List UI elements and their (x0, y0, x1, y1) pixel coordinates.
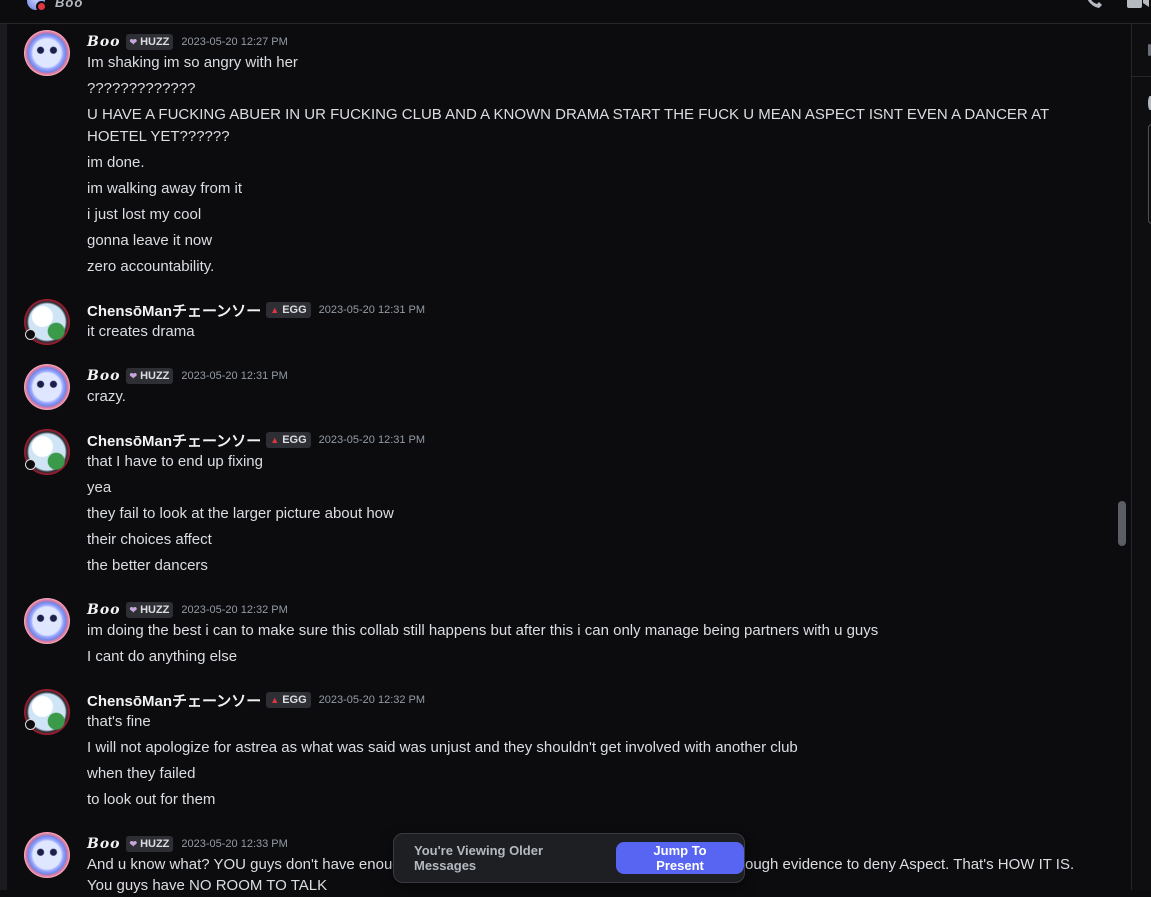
heart-icon: ❤ (129, 838, 138, 849)
member-panel-edge (1131, 24, 1151, 890)
message-text: i just lost my cool (87, 206, 202, 223)
phone-call-icon[interactable] (1086, 0, 1102, 8)
avatar[interactable] (24, 832, 70, 878)
jump-to-present-button[interactable]: Jump To Present (616, 842, 744, 874)
avatar[interactable] (24, 689, 70, 735)
tag-label: HUZZ (140, 370, 170, 382)
message-header: Boo ❤ HUZZ 2023-05-20 12:31 PM (87, 366, 288, 386)
avatar[interactable] (24, 299, 70, 345)
tag-label: EGG (282, 304, 307, 316)
message-header: ChensōManチェーンソー ▲ EGG 2023-05-20 12:31 PM (87, 430, 425, 450)
avatar[interactable] (24, 598, 70, 644)
message-text: im walking away from it (87, 180, 243, 197)
tag-label: EGG (282, 434, 307, 446)
channel-title: Boo (55, 0, 84, 10)
dm-avatar[interactable] (27, 0, 47, 12)
message-text: their choices affect (87, 531, 212, 548)
username[interactable]: ChensōManチェーンソー (87, 430, 261, 451)
message-text: they fail to look at the larger picture … (87, 505, 394, 522)
user-tag[interactable]: ❤ HUZZ (125, 602, 174, 618)
message-text: gonna leave it now (87, 232, 213, 249)
message-header: Boo ❤ HUZZ 2023-05-20 12:27 PM (87, 32, 288, 52)
message-timestamp: 2023-05-20 12:33 PM (181, 838, 288, 850)
message-text: im doing the best i can to make sure thi… (87, 622, 879, 639)
panel-divider (1132, 76, 1151, 77)
mushroom-icon: ▲ (270, 695, 280, 705)
mushroom-icon: ▲ (270, 435, 280, 445)
username[interactable]: ChensōManチェーンソー (87, 690, 261, 711)
message-header: ChensōManチェーンソー ▲ EGG 2023-05-20 12:31 PM (87, 300, 425, 320)
message-timestamp: 2023-05-20 12:32 PM (181, 604, 288, 616)
message-timestamp: 2023-05-20 12:27 PM (181, 36, 288, 48)
user-tag[interactable]: ▲ EGG (266, 692, 311, 708)
message-text: And u know what? YOU guys don't have eno… (87, 856, 401, 873)
server-rail-edge (0, 24, 7, 890)
message-text: U HAVE A FUCKING ABUER IN UR FUCKING CLU… (87, 106, 1049, 145)
user-tag[interactable]: ❤ HUZZ (125, 34, 174, 50)
tag-label: HUZZ (140, 838, 170, 850)
older-messages-banner: You're Viewing Older Messages Jump To Pr… (393, 833, 745, 883)
message-header: Boo ❤ HUZZ 2023-05-20 12:32 PM (87, 600, 288, 620)
message-text: that's fine (87, 713, 151, 730)
tag-label: HUZZ (140, 36, 170, 48)
mushroom-icon: ▲ (270, 305, 280, 315)
message-text: that I have to end up fixing (87, 453, 263, 470)
heart-icon: ❤ (129, 370, 138, 381)
message-timestamp: 2023-05-20 12:32 PM (318, 694, 426, 706)
message-text: I will not apologize for astrea as what … (87, 739, 798, 756)
user-tag[interactable]: ▲ EGG (266, 302, 311, 318)
heart-icon: ❤ (129, 604, 138, 615)
message-text: yea (87, 479, 112, 496)
username[interactable]: ChensōManチェーンソー (87, 300, 261, 321)
message-text: ????????????? (87, 80, 196, 97)
message-text: I cant do anything else (87, 648, 238, 665)
message-text: when they failed (87, 765, 196, 782)
chat-scrollbar-thumb[interactable] (1118, 501, 1126, 546)
username[interactable]: Boo (87, 836, 121, 852)
older-messages-label: You're Viewing Older Messages (414, 843, 544, 873)
avatar[interactable] (24, 429, 70, 475)
message-text: crazy. (87, 388, 126, 405)
message-text: to look out for them (87, 791, 216, 808)
channel-header: Boo (0, 0, 1151, 24)
user-tag[interactable]: ❤ HUZZ (125, 368, 174, 384)
video-call-icon[interactable] (1127, 0, 1149, 8)
message-text: zero accountability. (87, 258, 215, 275)
message-text: ough evidence to deny Aspect. That's HOW… (745, 856, 1075, 873)
heart-icon: ❤ (129, 36, 138, 47)
tag-label: EGG (282, 694, 307, 706)
user-tag[interactable]: ❤ HUZZ (125, 836, 174, 852)
username[interactable]: Boo (87, 368, 121, 384)
message-timestamp: 2023-05-20 12:31 PM (318, 434, 426, 446)
message-text: im done. (87, 154, 145, 171)
message-text: the better dancers (87, 557, 208, 574)
avatar[interactable] (24, 30, 70, 76)
message-text: it creates drama (87, 323, 195, 340)
message-header: ChensōManチェーンソー ▲ EGG 2023-05-20 12:32 PM (87, 690, 425, 710)
message-text: Im shaking im so angry with her (87, 54, 298, 71)
message-timestamp: 2023-05-20 12:31 PM (318, 304, 426, 316)
tag-label: HUZZ (140, 604, 170, 616)
message-text: You guys have NO ROOM TO TALK (87, 877, 328, 894)
username[interactable]: Boo (87, 602, 121, 618)
message-timestamp: 2023-05-20 12:31 PM (181, 370, 288, 382)
user-tag[interactable]: ▲ EGG (266, 432, 311, 448)
avatar[interactable] (24, 364, 70, 410)
message-header: Boo ❤ HUZZ 2023-05-20 12:33 PM (87, 834, 288, 854)
username[interactable]: Boo (87, 34, 121, 50)
